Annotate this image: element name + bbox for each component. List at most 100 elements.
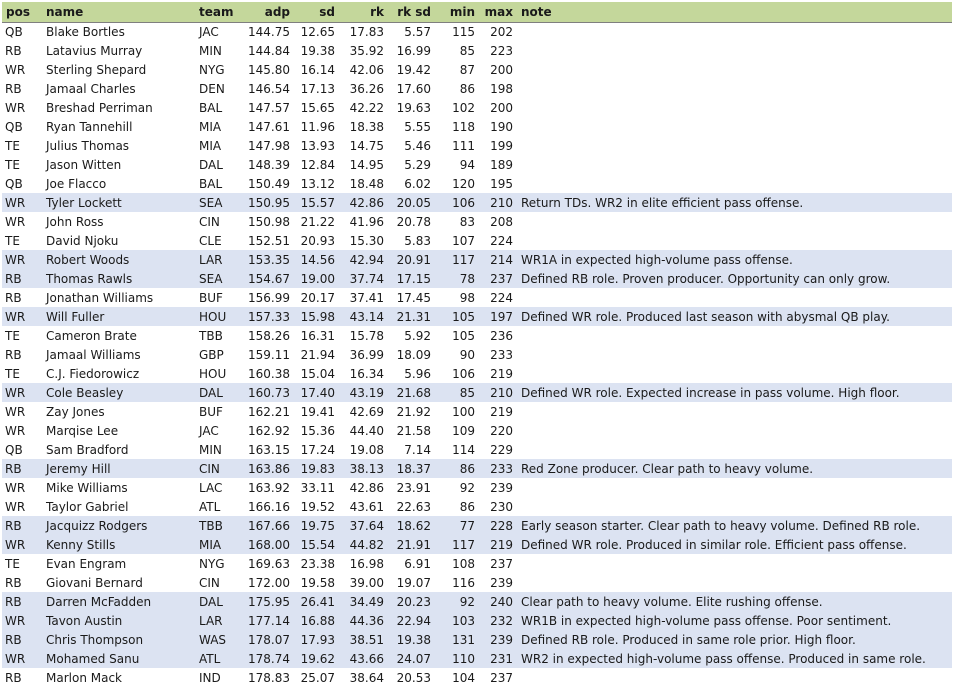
cell-name: Marlon Mack bbox=[46, 670, 122, 685]
cell-pos: WR bbox=[5, 499, 26, 514]
cell-rk: 14.95 bbox=[349, 157, 384, 172]
cell-team: HOU bbox=[199, 309, 227, 324]
cell-min: 109 bbox=[452, 423, 475, 438]
cell-note bbox=[517, 668, 952, 687]
cell-name: Ryan Tannehill bbox=[46, 119, 133, 134]
cell-min: 86 bbox=[459, 81, 475, 96]
table-row: TE C.J. Fiedorowicz HOU 160.38 15.04 16.34 5.9… bbox=[2, 364, 952, 383]
cell-rk-sd: 6.02 bbox=[404, 176, 431, 191]
cell-sd: 20.17 bbox=[300, 290, 335, 305]
cell-team: BUF bbox=[199, 404, 223, 419]
cell-rk-sd: 19.07 bbox=[396, 575, 431, 590]
cell-pos: QB bbox=[5, 119, 23, 134]
cell-rk: 16.98 bbox=[349, 556, 384, 571]
cell-note bbox=[517, 421, 952, 440]
cell-sd: 15.36 bbox=[300, 423, 335, 438]
cell-name: Cameron Brate bbox=[46, 328, 137, 343]
cell-sd: 19.52 bbox=[300, 499, 335, 514]
cell-rk-sd: 24.07 bbox=[396, 651, 431, 666]
cell-rk: 18.38 bbox=[349, 119, 384, 134]
cell-max: 200 bbox=[490, 100, 513, 115]
cell-team: TBB bbox=[199, 328, 223, 343]
cell-name: Jeremy Hill bbox=[46, 461, 111, 476]
cell-note bbox=[517, 22, 952, 41]
cell-team: WAS bbox=[199, 632, 227, 647]
cell-team: ATL bbox=[199, 499, 221, 514]
cell-min: 105 bbox=[452, 309, 475, 324]
cell-note: Clear path to heavy volume. Elite rushin… bbox=[521, 594, 823, 609]
table-row: WR Marqise Lee JAC 162.92 15.36 44.40 21.58 109… bbox=[2, 421, 952, 440]
table-row: WR Taylor Gabriel ATL 166.16 19.52 43.61 22.63… bbox=[2, 497, 952, 516]
column-header-note: note bbox=[517, 2, 952, 23]
cell-pos: RB bbox=[5, 461, 22, 476]
cell-rk: 19.08 bbox=[349, 442, 384, 457]
cell-min: 100 bbox=[452, 404, 475, 419]
table-row: WR Breshad Perriman BAL 147.57 15.65 42.22 19.… bbox=[2, 98, 952, 117]
cell-team: DAL bbox=[199, 385, 223, 400]
cell-pos: WR bbox=[5, 100, 26, 115]
cell-sd: 12.65 bbox=[300, 24, 335, 39]
cell-max: 202 bbox=[490, 24, 513, 39]
cell-min: 118 bbox=[452, 119, 475, 134]
cell-adp: 178.83 bbox=[248, 670, 290, 685]
cell-max: 220 bbox=[490, 423, 513, 438]
cell-max: 189 bbox=[490, 157, 513, 172]
table-row: WR Mohamed Sanu ATL 178.74 19.62 43.66 24.07 11… bbox=[2, 649, 952, 668]
cell-adp: 163.92 bbox=[248, 480, 290, 495]
cell-rk-sd: 5.29 bbox=[404, 157, 431, 172]
cell-rk: 35.92 bbox=[349, 43, 384, 58]
cell-note bbox=[517, 478, 952, 497]
table-row: TE Jason Witten DAL 148.39 12.84 14.95 5.29 94 1… bbox=[2, 155, 952, 174]
cell-max: 219 bbox=[490, 537, 513, 552]
cell-sd: 15.04 bbox=[300, 366, 335, 381]
cell-pos: RB bbox=[5, 271, 22, 286]
cell-adp: 147.57 bbox=[248, 100, 290, 115]
cell-name: Marqise Lee bbox=[46, 423, 119, 438]
cell-adp: 152.51 bbox=[248, 233, 290, 248]
cell-pos: TE bbox=[5, 233, 20, 248]
cell-rk-sd: 5.96 bbox=[404, 366, 431, 381]
cell-team: CLE bbox=[199, 233, 222, 248]
cell-sd: 19.75 bbox=[300, 518, 335, 533]
cell-rk: 42.86 bbox=[349, 480, 384, 495]
cell-min: 111 bbox=[452, 138, 475, 153]
cell-note bbox=[517, 60, 952, 79]
cell-team: DEN bbox=[199, 81, 225, 96]
header-row: pos name team adp sd rk rk sd min max note bbox=[2, 2, 952, 23]
cell-rk-sd: 18.62 bbox=[396, 518, 431, 533]
cell-note bbox=[517, 440, 952, 459]
cell-pos: QB bbox=[5, 24, 23, 39]
cell-pos: TE bbox=[5, 366, 20, 381]
cell-rk-sd: 7.14 bbox=[404, 442, 431, 457]
cell-name: Julius Thomas bbox=[46, 138, 130, 153]
cell-adp: 160.38 bbox=[248, 366, 290, 381]
cell-pos: RB bbox=[5, 575, 22, 590]
cell-rk-sd: 22.94 bbox=[396, 613, 431, 628]
cell-sd: 33.11 bbox=[300, 480, 335, 495]
cell-note: Defined WR role. Produced in similar rol… bbox=[521, 537, 907, 552]
table-row: WR John Ross CIN 150.98 21.22 41.96 20.78 83 208 bbox=[2, 212, 952, 231]
cell-rk: 42.22 bbox=[349, 100, 384, 115]
cell-sd: 23.38 bbox=[300, 556, 335, 571]
cell-sd: 17.40 bbox=[300, 385, 335, 400]
table-row: RB Giovani Bernard CIN 172.00 19.58 39.00 19.0… bbox=[2, 573, 952, 592]
table-row: RB Chris Thompson WAS 178.07 17.93 38.51 19.38… bbox=[2, 630, 952, 649]
table-body: QB Blake Bortles JAC 144.75 12.65 17.83 5.57 11… bbox=[2, 22, 952, 687]
cell-adp: 178.74 bbox=[248, 651, 290, 666]
cell-max: 210 bbox=[490, 385, 513, 400]
cell-note bbox=[517, 79, 952, 98]
cell-rk: 37.74 bbox=[349, 271, 384, 286]
cell-note bbox=[517, 174, 952, 193]
cell-pos: RB bbox=[5, 518, 22, 533]
table-row: TE Evan Engram NYG 169.63 23.38 16.98 6.91 108 2… bbox=[2, 554, 952, 573]
cell-adp: 154.67 bbox=[248, 271, 290, 286]
table-row: WR Mike Williams LAC 163.92 33.11 42.86 23.91 9… bbox=[2, 478, 952, 497]
cell-pos: RB bbox=[5, 347, 22, 362]
table-row: RB Jamaal Charles DEN 146.54 17.13 36.26 17.60… bbox=[2, 79, 952, 98]
cell-pos: TE bbox=[5, 556, 20, 571]
cell-note bbox=[517, 231, 952, 250]
cell-adp: 146.54 bbox=[248, 81, 290, 96]
cell-max: 231 bbox=[490, 651, 513, 666]
cell-name: Giovani Bernard bbox=[46, 575, 143, 590]
cell-max: 224 bbox=[490, 233, 513, 248]
